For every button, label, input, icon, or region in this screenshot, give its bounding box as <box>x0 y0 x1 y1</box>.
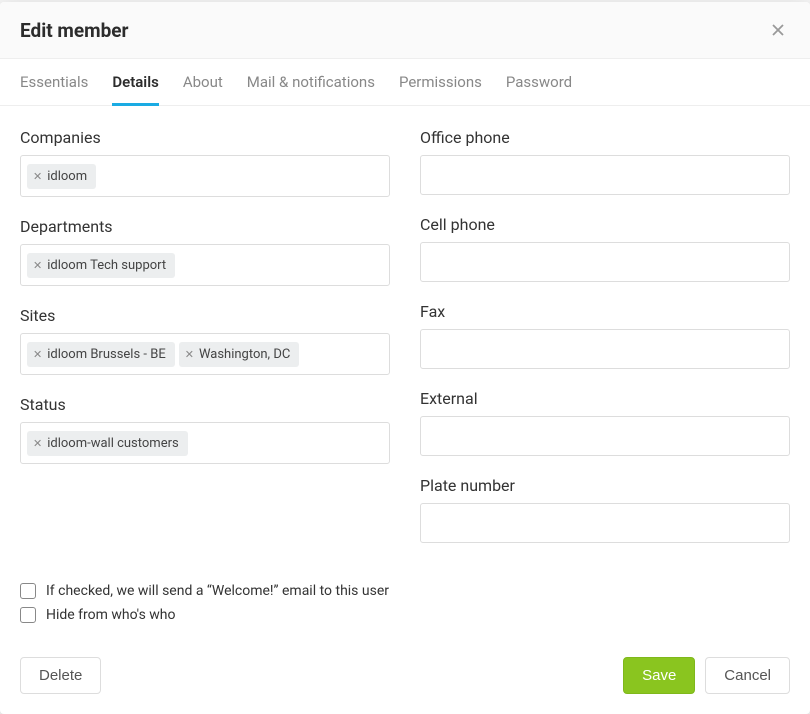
tab-about[interactable]: About <box>183 59 223 106</box>
external-field: External <box>420 389 790 456</box>
cell-phone-field: Cell phone <box>420 215 790 282</box>
plate-number-input[interactable] <box>420 503 790 543</box>
remove-tag-icon[interactable]: ✕ <box>33 438 42 449</box>
tab-essentials[interactable]: Essentials <box>20 59 88 106</box>
save-button[interactable]: Save <box>623 657 695 694</box>
tabs: Essentials Details About Mail & notifica… <box>0 59 810 106</box>
fax-field: Fax <box>420 302 790 369</box>
plate-number-field: Plate number <box>420 476 790 543</box>
tab-details[interactable]: Details <box>112 59 158 106</box>
companies-label: Companies <box>20 128 390 147</box>
cancel-button[interactable]: Cancel <box>705 657 790 694</box>
status-label: Status <box>20 395 390 414</box>
plate-number-label: Plate number <box>420 476 790 495</box>
hide-whos-who-checkbox[interactable] <box>20 607 36 623</box>
modal-title: Edit member <box>20 19 128 42</box>
edit-member-modal: Edit member Essentials Details About Mai… <box>0 2 810 714</box>
hide-whos-who-row: Hide from who's who <box>20 607 790 623</box>
departments-label: Departments <box>20 217 390 236</box>
modal-header: Edit member <box>0 2 810 59</box>
fax-label: Fax <box>420 302 790 321</box>
departments-input[interactable]: ✕ idloom Tech support <box>20 244 390 286</box>
left-column: Companies ✕ idloom Departments ✕ idloom … <box>20 128 390 563</box>
welcome-email-row: If checked, we will send a “Welcome!” em… <box>20 583 790 599</box>
external-input[interactable] <box>420 416 790 456</box>
companies-field: Companies ✕ idloom <box>20 128 390 197</box>
tag-idloom-wall-customers: ✕ idloom-wall customers <box>27 431 188 456</box>
tag-washington-dc: ✕ Washington, DC <box>179 342 300 367</box>
hide-whos-who-label: Hide from who's who <box>46 607 176 623</box>
right-column: Office phone Cell phone Fax External Pla <box>420 128 790 563</box>
close-button[interactable] <box>766 18 790 42</box>
cell-phone-input[interactable] <box>420 242 790 282</box>
remove-tag-icon[interactable]: ✕ <box>185 349 194 360</box>
fax-input[interactable] <box>420 329 790 369</box>
tag-label: Washington, DC <box>199 347 290 362</box>
tag-label: idloom-wall customers <box>47 436 179 451</box>
remove-tag-icon[interactable]: ✕ <box>33 349 42 360</box>
close-icon <box>770 26 786 41</box>
tag-idloom-brussels: ✕ idloom Brussels - BE <box>27 342 175 367</box>
welcome-email-label: If checked, we will send a “Welcome!” em… <box>46 583 389 599</box>
status-input[interactable]: ✕ idloom-wall customers <box>20 422 390 464</box>
checkbox-section: If checked, we will send a “Welcome!” em… <box>20 583 790 623</box>
office-phone-field: Office phone <box>420 128 790 195</box>
modal-body: Companies ✕ idloom Departments ✕ idloom … <box>0 106 810 641</box>
welcome-email-checkbox[interactable] <box>20 583 36 599</box>
status-field: Status ✕ idloom-wall customers <box>20 395 390 464</box>
delete-button[interactable]: Delete <box>20 657 101 694</box>
sites-label: Sites <box>20 306 390 325</box>
tag-idloom-tech-support: ✕ idloom Tech support <box>27 253 175 278</box>
modal-footer: Delete Save Cancel <box>0 641 810 714</box>
office-phone-input[interactable] <box>420 155 790 195</box>
companies-input[interactable]: ✕ idloom <box>20 155 390 197</box>
cell-phone-label: Cell phone <box>420 215 790 234</box>
external-label: External <box>420 389 790 408</box>
remove-tag-icon[interactable]: ✕ <box>33 260 42 271</box>
office-phone-label: Office phone <box>420 128 790 147</box>
tag-idloom: ✕ idloom <box>27 164 96 189</box>
sites-input[interactable]: ✕ idloom Brussels - BE ✕ Washington, DC <box>20 333 390 375</box>
sites-field: Sites ✕ idloom Brussels - BE ✕ Washingto… <box>20 306 390 375</box>
tab-password[interactable]: Password <box>506 59 572 106</box>
tag-label: idloom <box>47 169 87 184</box>
remove-tag-icon[interactable]: ✕ <box>33 171 42 182</box>
tag-label: idloom Tech support <box>47 258 166 273</box>
tab-permissions[interactable]: Permissions <box>399 59 482 106</box>
tab-mail-notifications[interactable]: Mail & notifications <box>247 59 375 106</box>
tag-label: idloom Brussels - BE <box>47 347 166 362</box>
departments-field: Departments ✕ idloom Tech support <box>20 217 390 286</box>
